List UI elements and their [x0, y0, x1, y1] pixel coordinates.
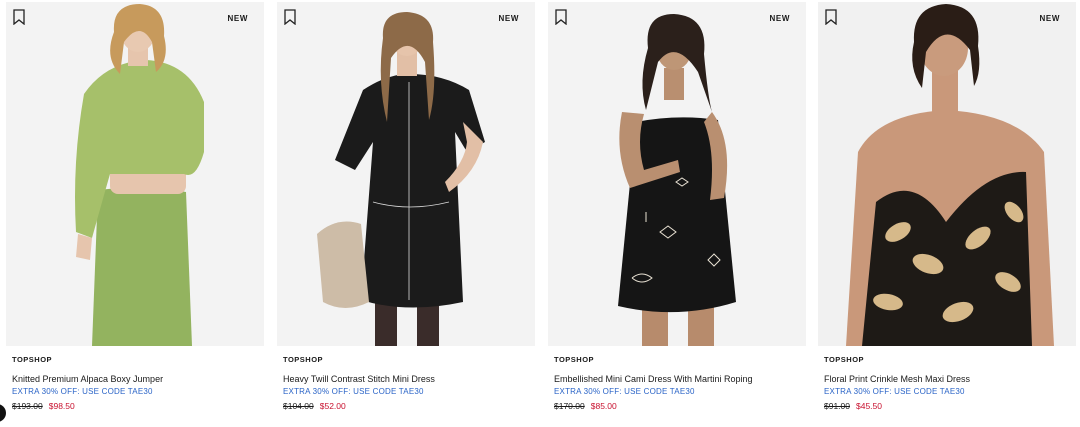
product-brand: TOPSHOP	[12, 355, 53, 364]
product-brand: TOPSHOP	[283, 355, 324, 364]
product-name[interactable]: Embellished Mini Cami Dress With Martini…	[554, 374, 804, 386]
product-card[interactable]: NEW TOPSHOP Floral Print Crinkle Mesh Ma…	[818, 2, 1076, 427]
model-photo	[277, 2, 535, 346]
product-name[interactable]: Floral Print Crinkle Mesh Maxi Dress	[824, 374, 1074, 386]
promo-text: EXTRA 30% OFF: USE CODE TAE30	[554, 387, 695, 396]
sale-price: $52.00	[319, 401, 346, 411]
product-info: TOPSHOP Knitted Premium Alpaca Boxy Jump…	[12, 355, 262, 413]
new-badge: NEW	[1039, 14, 1060, 23]
product-image[interactable]: NEW	[548, 2, 806, 346]
sale-price: $85.00	[590, 401, 617, 411]
product-image[interactable]: NEW	[818, 2, 1076, 346]
product-image[interactable]: NEW	[6, 2, 264, 346]
new-badge: NEW	[769, 14, 790, 23]
original-price: $104.00	[283, 401, 314, 411]
product-brand: TOPSHOP	[554, 355, 595, 364]
product-name[interactable]: Heavy Twill Contrast Stitch Mini Dress	[283, 374, 533, 386]
price-row: $193.00 $98.50	[12, 401, 262, 413]
product-info: TOPSHOP Floral Print Crinkle Mesh Maxi D…	[824, 355, 1074, 413]
product-card[interactable]: NEW TOPSHOP Embellished Mini Cami Dress …	[548, 2, 806, 427]
promo-text: EXTRA 30% OFF: USE CODE TAE30	[12, 387, 153, 396]
bookmark-icon[interactable]	[283, 9, 297, 25]
price-row: $104.00 $52.00	[283, 401, 533, 413]
new-badge: NEW	[498, 14, 519, 23]
promo-text: EXTRA 30% OFF: USE CODE TAE30	[824, 387, 965, 396]
new-badge: NEW	[227, 14, 248, 23]
original-price: $91.00	[824, 401, 850, 411]
original-price: $170.00	[554, 401, 585, 411]
product-image[interactable]: NEW	[277, 2, 535, 346]
bookmark-icon[interactable]	[12, 9, 26, 25]
original-price: $193.00	[12, 401, 43, 411]
sale-price: $45.50	[856, 401, 882, 411]
bookmark-icon[interactable]	[554, 9, 568, 25]
promo-text: EXTRA 30% OFF: USE CODE TAE30	[283, 387, 424, 396]
product-info: TOPSHOP Heavy Twill Contrast Stitch Mini…	[283, 355, 533, 413]
product-name[interactable]: Knitted Premium Alpaca Boxy Jumper	[12, 374, 262, 386]
bookmark-icon[interactable]	[824, 9, 838, 25]
product-info: TOPSHOP Embellished Mini Cami Dress With…	[554, 355, 804, 413]
price-row: $91.00 $45.50	[824, 401, 1074, 413]
model-photo	[818, 2, 1076, 346]
model-photo	[548, 2, 806, 346]
sale-price: $98.50	[48, 401, 75, 411]
model-photo	[6, 2, 264, 346]
product-brand: TOPSHOP	[824, 355, 865, 364]
product-grid: NEW TOPSHOP Knitted Premium Alpaca Boxy …	[6, 2, 1078, 427]
product-card[interactable]: NEW TOPSHOP Heavy Twill Contrast Stitch …	[277, 2, 535, 427]
price-row: $170.00 $85.00	[554, 401, 804, 413]
product-card[interactable]: NEW TOPSHOP Knitted Premium Alpaca Boxy …	[6, 2, 264, 427]
